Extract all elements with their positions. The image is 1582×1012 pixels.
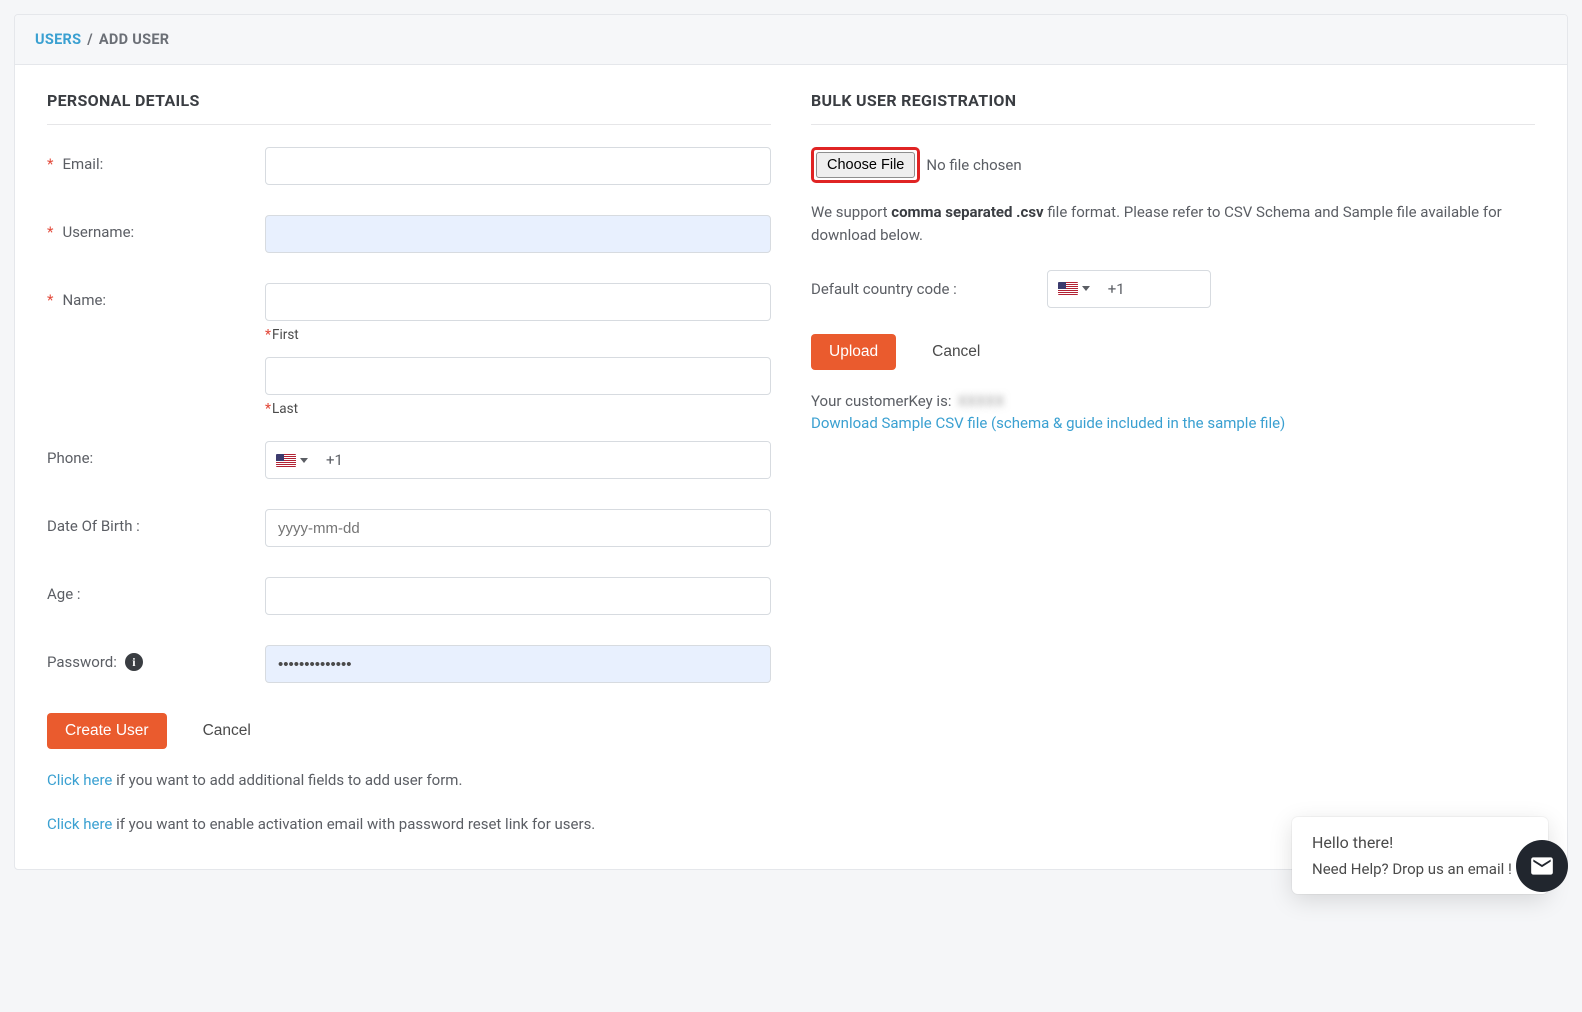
chat-tooltip: Hello there! Need Help? Drop us an email… (1292, 817, 1548, 894)
phone-input[interactable] (353, 442, 770, 478)
default-country-code-selector[interactable]: +1 (1047, 270, 1211, 308)
password-input[interactable] (265, 645, 771, 683)
age-label: Age : (47, 585, 81, 603)
age-input[interactable] (265, 577, 771, 615)
us-flag-icon (276, 454, 296, 467)
first-name-sublabel: First (272, 327, 299, 343)
default-country-code-label: Default country code : (811, 280, 957, 298)
choose-file-button[interactable]: Choose File (816, 152, 915, 178)
dob-input[interactable] (265, 509, 771, 547)
help-additional-fields: Click here if you want to add additional… (47, 771, 771, 789)
first-name-input[interactable] (265, 283, 771, 321)
personal-details-section: PERSONAL DETAILS *Email: *Username: *Nam… (47, 79, 771, 859)
dob-label: Date Of Birth : (47, 517, 140, 535)
us-flag-icon (1058, 282, 1078, 295)
file-status: No file chosen (926, 156, 1021, 174)
download-sample-link[interactable]: Download Sample CSV file (schema & guide… (811, 414, 1535, 432)
default-dial-code: +1 (1098, 280, 1135, 298)
name-label: Name: (62, 291, 106, 309)
email-label: Email: (62, 155, 103, 173)
username-input[interactable] (265, 215, 771, 253)
breadcrumb: USERS / ADD USER (15, 15, 1567, 65)
chevron-down-icon (300, 458, 308, 463)
personal-details-title: PERSONAL DETAILS (47, 79, 771, 125)
mail-icon (1529, 853, 1555, 879)
upload-button[interactable]: Upload (811, 334, 896, 370)
last-name-input[interactable] (265, 357, 771, 395)
chat-prompt: Need Help? Drop us an email ! (1312, 860, 1528, 878)
email-input[interactable] (265, 147, 771, 185)
phone-label: Phone: (47, 449, 93, 467)
phone-dial-code: +1 (316, 451, 353, 469)
bulk-registration-section: BULK USER REGISTRATION Choose File No fi… (811, 79, 1535, 859)
breadcrumb-current: ADD USER (99, 31, 170, 48)
additional-fields-link[interactable]: Click here (47, 771, 112, 789)
bulk-cancel-button[interactable]: Cancel (914, 334, 998, 370)
phone-input-wrap: +1 (265, 441, 771, 479)
last-name-sublabel: Last (272, 401, 298, 417)
breadcrumb-users[interactable]: USERS (35, 31, 81, 48)
password-label: Password: (47, 653, 117, 671)
help-activation-email: Click here if you want to enable activat… (47, 815, 771, 833)
chat-greeting: Hello there! (1312, 833, 1528, 852)
info-icon[interactable]: i (125, 653, 143, 671)
create-user-button[interactable]: Create User (47, 713, 167, 749)
phone-country-selector[interactable] (266, 442, 316, 478)
customer-key-label: Your customerKey is: (811, 392, 951, 410)
bulk-registration-title: BULK USER REGISTRATION (811, 79, 1535, 125)
breadcrumb-sep: / (87, 31, 93, 48)
customer-key-value: XXXXX (957, 392, 1004, 410)
add-user-card: USERS / ADD USER PERSONAL DETAILS *Email… (14, 14, 1568, 870)
cancel-button[interactable]: Cancel (185, 713, 269, 749)
activation-email-link[interactable]: Click here (47, 815, 112, 833)
csv-description: We support comma separated .csv file for… (811, 201, 1535, 248)
choose-file-highlight: Choose File (811, 147, 920, 183)
username-label: Username: (62, 223, 134, 241)
chevron-down-icon (1082, 286, 1090, 291)
chat-fab-button[interactable] (1516, 840, 1568, 892)
